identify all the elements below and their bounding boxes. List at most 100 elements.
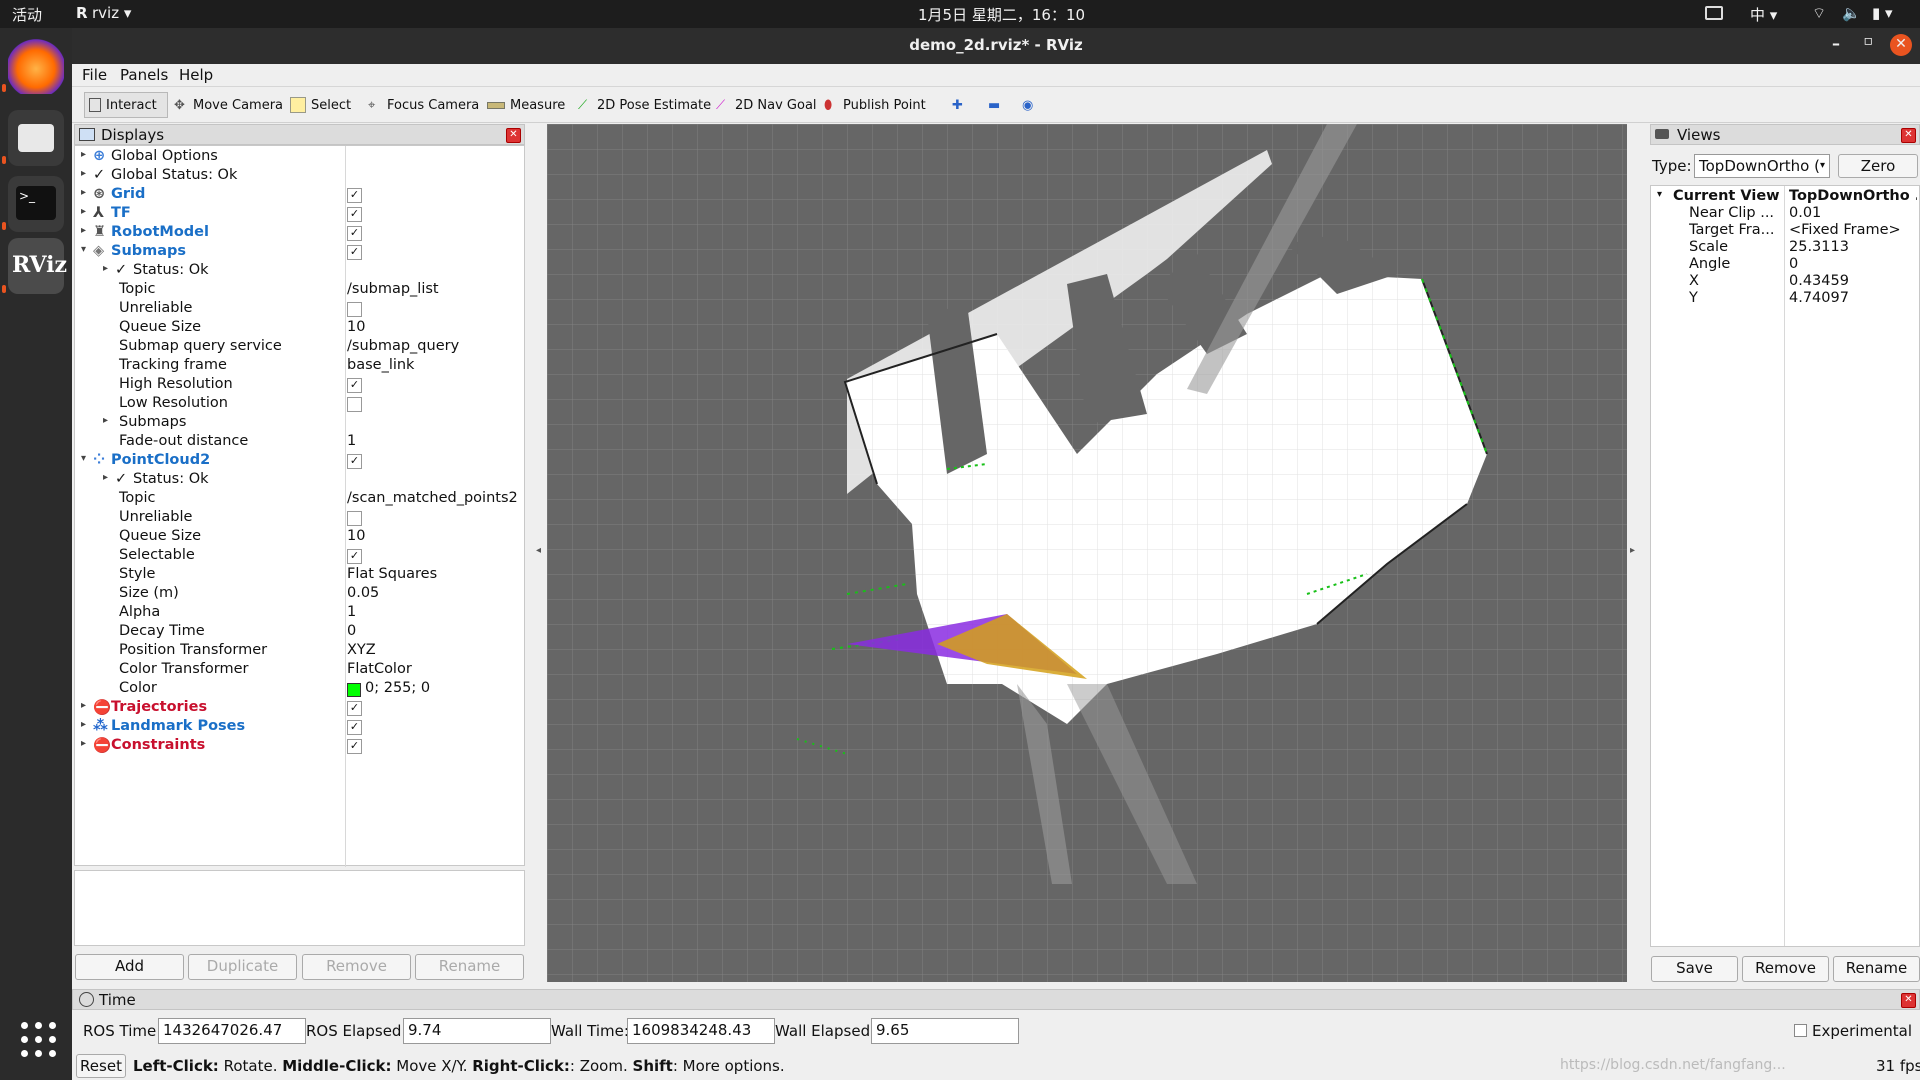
display-row[interactable]: ▸ ⊕ Global Options [75, 148, 524, 167]
enable-checkbox[interactable]: ✓ [347, 701, 362, 716]
display-row[interactable]: Alpha 1 [75, 604, 524, 623]
move-camera-tool-button[interactable]: ✥ Move Camera [174, 92, 283, 118]
enable-checkbox[interactable]: ✓ [347, 549, 362, 564]
enable-checkbox[interactable] [347, 302, 362, 317]
display-row[interactable]: Topic/submap_list [75, 281, 524, 300]
display-row[interactable]: Unreliable [75, 300, 524, 319]
expand-arrow-icon[interactable]: ▸ [81, 738, 86, 749]
display-row-value[interactable]: /submap_list [347, 281, 439, 297]
display-row-value[interactable]: 10 [347, 319, 365, 335]
display-row[interactable]: Color Transformer FlatColor [75, 661, 524, 680]
display-row[interactable]: ▸ ⅄ TF ✓ [75, 205, 524, 224]
display-row[interactable]: High Resolution ✓ [75, 376, 524, 395]
expand-arrow-icon[interactable]: ▸ [103, 472, 108, 483]
reset-button[interactable]: Reset [76, 1054, 126, 1078]
display-row[interactable]: Fade-out distance 1 [75, 433, 524, 452]
rename-display-button[interactable]: Rename [415, 954, 524, 980]
render-viewport[interactable] [547, 124, 1627, 982]
expand-arrow-icon[interactable]: ▸ [103, 415, 108, 426]
minimize-button[interactable]: – [1832, 34, 1840, 53]
activities-button[interactable]: 活动 [12, 4, 42, 25]
enable-checkbox[interactable]: ✓ [347, 454, 362, 469]
display-row[interactable]: ▸ ✓ Status: Ok [75, 262, 524, 281]
battery-icon[interactable]: ▮ ▾ [1872, 4, 1893, 22]
view-property-value[interactable]: 0 [1789, 256, 1798, 273]
display-row[interactable]: ▸ Submaps [75, 414, 524, 433]
app-menu[interactable]: rviz ▾ [92, 4, 131, 22]
close-panel-icon[interactable]: ✕ [1901, 993, 1916, 1008]
display-row-value[interactable]: 1 [347, 433, 356, 449]
display-row[interactable]: Size (m) 0.05 [75, 585, 524, 604]
right-splitter-handle[interactable]: ▸ [1630, 545, 1635, 556]
expand-arrow-icon[interactable]: ▾ [1657, 189, 1662, 206]
display-row[interactable]: Position Transformer XYZ [75, 642, 524, 661]
display-row-value[interactable]: 1 [347, 604, 356, 620]
display-row-value[interactable]: /submap_query [347, 338, 459, 354]
enable-checkbox[interactable]: ✓ [347, 207, 362, 222]
pose-estimate-tool-button[interactable]: ⟋ 2D Pose Estimate [578, 92, 711, 118]
enable-checkbox[interactable]: ✓ [347, 378, 362, 393]
color-swatch[interactable] [347, 683, 361, 697]
display-row[interactable]: ▸ ⁂ Landmark Poses ✓ [75, 718, 524, 737]
rviz-icon[interactable]: RViz [8, 238, 67, 294]
display-row[interactable]: ▸ ⊛ Grid ✓ [75, 186, 524, 205]
display-row[interactable]: Queue Size 10 [75, 528, 524, 547]
interact-tool-button[interactable]: Interact [84, 92, 168, 118]
display-row[interactable]: ▸ ✓ Status: Ok [75, 471, 524, 490]
display-row-value[interactable]: /scan_matched_points2 [347, 490, 518, 506]
wall-time-field[interactable]: 1609834248.43 [627, 1018, 775, 1044]
experimental-checkbox[interactable] [1794, 1024, 1807, 1037]
view-property-value[interactable]: 0.01 [1789, 205, 1821, 222]
display-row[interactable]: Style Flat Squares [75, 566, 524, 585]
firefox-icon[interactable] [8, 38, 64, 94]
display-row-value[interactable]: 0 [347, 623, 356, 639]
remove-tool-button[interactable]: ▬ [988, 92, 1000, 118]
enable-checkbox[interactable] [347, 397, 362, 412]
display-row[interactable]: Selectable ✓ [75, 547, 524, 566]
enable-checkbox[interactable]: ✓ [347, 188, 362, 203]
nav-goal-tool-button[interactable]: ⟋ 2D Nav Goal [716, 92, 817, 118]
keyboard-icon[interactable] [1705, 6, 1723, 20]
files-icon[interactable] [8, 110, 64, 166]
display-row-value[interactable]: XYZ [347, 642, 376, 658]
ros-elapsed-field[interactable]: 9.74 [403, 1018, 551, 1044]
close-panel-icon[interactable]: ✕ [1901, 128, 1916, 143]
enable-checkbox[interactable]: ✓ [347, 739, 362, 754]
view-type-select[interactable]: TopDownOrtho ( ▾ [1694, 154, 1830, 178]
display-row[interactable]: ▸ ♜ RobotModel ✓ [75, 224, 524, 243]
display-row[interactable]: Color 0; 255; 0 [75, 680, 524, 699]
display-row-value[interactable]: 0.05 [347, 585, 379, 601]
display-row-value[interactable]: base_link [347, 357, 414, 373]
remove-view-button[interactable]: Remove [1742, 956, 1829, 982]
add-tool-button[interactable]: ✚ [952, 92, 963, 118]
view-property-value[interactable]: <Fixed Frame> [1789, 222, 1901, 239]
show-apps-icon[interactable] [8, 1012, 64, 1068]
save-view-button[interactable]: Save [1651, 956, 1738, 982]
terminal-icon[interactable]: >_ [8, 176, 64, 232]
left-splitter-handle[interactable]: ◂ [536, 545, 541, 556]
measure-tool-button[interactable]: Measure [487, 92, 565, 118]
input-method-indicator[interactable]: 中 ▾ [1750, 4, 1777, 25]
duplicate-display-button[interactable]: Duplicate [188, 954, 297, 980]
collapse-arrow-icon[interactable]: ▾ [81, 453, 86, 464]
view-property-value[interactable]: 4.74097 [1789, 290, 1849, 307]
close-window-button[interactable]: ✕ [1890, 34, 1912, 56]
collapse-arrow-icon[interactable]: ▾ [81, 244, 86, 255]
rename-view-button[interactable]: Rename [1833, 956, 1920, 982]
expand-arrow-icon[interactable]: ▸ [81, 719, 86, 730]
volume-icon[interactable]: 🔈 [1842, 4, 1861, 22]
expand-arrow-icon[interactable]: ▸ [81, 225, 86, 236]
display-row[interactable]: Low Resolution [75, 395, 524, 414]
enable-checkbox[interactable]: ✓ [347, 226, 362, 241]
expand-arrow-icon[interactable]: ▸ [81, 187, 86, 198]
maximize-button[interactable]: ▫ [1864, 33, 1874, 49]
enable-checkbox[interactable]: ✓ [347, 245, 362, 260]
display-row[interactable]: ▾ ◈ Submaps ✓ [75, 243, 524, 262]
clock[interactable]: 1月5日 星期二，16：10 [918, 4, 1085, 25]
display-row-value[interactable]: FlatColor [347, 661, 412, 677]
menu-file[interactable]: File [82, 66, 107, 84]
focus-camera-tool-button[interactable]: ⌖ Focus Camera [368, 92, 479, 118]
close-panel-icon[interactable]: ✕ [506, 128, 521, 143]
menu-help[interactable]: Help [179, 66, 213, 84]
display-row[interactable]: Unreliable [75, 509, 524, 528]
